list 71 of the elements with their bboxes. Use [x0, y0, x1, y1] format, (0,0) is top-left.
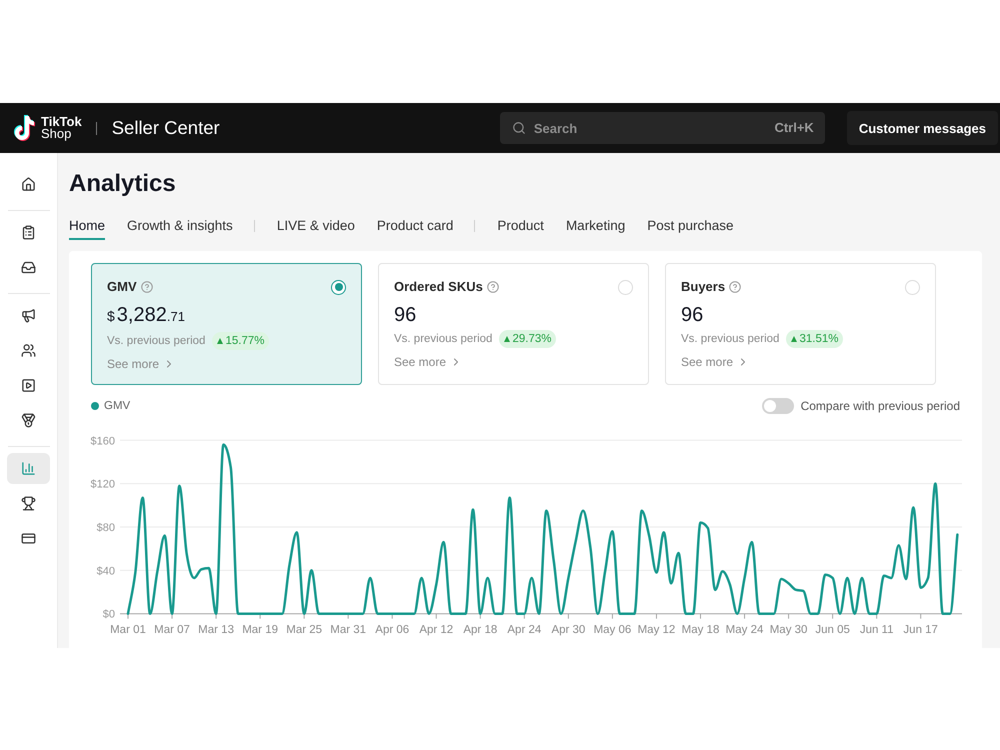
- x-axis-label: Apr 06: [375, 624, 410, 636]
- x-axis-label: Apr 18: [463, 624, 498, 636]
- y-axis-label: $0: [102, 608, 115, 621]
- help-icon: [486, 281, 499, 293]
- inbox-icon: [21, 260, 36, 275]
- tab[interactable]: Product: [497, 218, 544, 240]
- triangle-up-icon: [217, 338, 224, 344]
- x-axis-label: May 06: [594, 624, 632, 636]
- radio-button[interactable]: [331, 280, 346, 294]
- y-axis-label: $160: [90, 435, 115, 448]
- x-axis-label: May 12: [638, 624, 676, 636]
- x-axis-label: Apr 12: [419, 624, 454, 636]
- tab[interactable]: Marketing: [566, 218, 626, 240]
- trophy-icon: [21, 496, 36, 511]
- metric-label: Ordered SKUs: [394, 279, 483, 295]
- bar-chart-icon: [21, 461, 36, 476]
- x-axis-label: Mar 01: [110, 624, 146, 636]
- tab[interactable]: Post purchase: [647, 218, 734, 240]
- change-value: 31.51%: [799, 332, 838, 346]
- x-axis-label: Apr 24: [507, 624, 542, 636]
- triangle-up-icon: [504, 336, 510, 342]
- help-icon: [140, 281, 153, 293]
- shortcut-hint: Ctrl+K: [774, 121, 814, 135]
- x-axis-label: Jun 17: [903, 624, 938, 636]
- toggle-switch[interactable]: [762, 398, 794, 414]
- x-axis-label: Mar 31: [330, 624, 366, 636]
- metric-value: 96: [394, 303, 416, 327]
- help-icon: [729, 281, 742, 293]
- customer-messages-button[interactable]: Customer messages: [846, 111, 998, 145]
- clipboard-icon: [21, 225, 36, 240]
- metric-label: GMV: [107, 279, 137, 295]
- users-icon: [21, 343, 36, 358]
- y-axis-label: $40: [96, 565, 115, 578]
- house-icon: [21, 177, 36, 192]
- page-title: Analytics: [69, 170, 176, 198]
- x-axis-label: Mar 25: [286, 624, 322, 636]
- metric-label: Buyers: [681, 279, 726, 295]
- comparison-label: Vs. previous period: [394, 333, 492, 345]
- app-title: Seller Center: [112, 117, 220, 139]
- change-value: 15.77%: [225, 334, 264, 348]
- x-axis-label: Mar 07: [154, 624, 190, 636]
- x-axis-label: May 24: [726, 624, 764, 636]
- x-axis-label: May 30: [770, 624, 808, 636]
- y-axis-label: $120: [90, 478, 115, 491]
- tab[interactable]: Home: [69, 218, 106, 240]
- play-square-icon: [21, 378, 36, 393]
- change-value: 29.73%: [512, 332, 552, 346]
- metric-card[interactable]: GMV $3,282.71 Vs. previous period 15.77% See more: [91, 263, 362, 385]
- triangle-up-icon: [791, 336, 798, 342]
- megaphone-icon: [21, 308, 36, 323]
- note-logo-icon: [14, 115, 36, 141]
- x-axis-label: Mar 19: [242, 624, 278, 636]
- medal-icon: [21, 413, 36, 428]
- comparison-label: Vs. previous period: [107, 335, 206, 347]
- toggle-label: Compare with previous period: [800, 399, 960, 413]
- metric-value: $3,282.71: [107, 303, 185, 328]
- x-axis-label: Apr 30: [551, 624, 586, 636]
- x-axis-label: Mar 13: [198, 624, 234, 636]
- logo-wordmark: TikTok Shop: [41, 116, 82, 140]
- tab[interactable]: LIVE & video: [276, 218, 355, 240]
- x-axis-label: May 18: [682, 624, 720, 636]
- y-axis-label: $80: [96, 522, 115, 534]
- comparison-label: Vs. previous period: [681, 333, 780, 345]
- card-icon: [21, 531, 36, 546]
- tab[interactable]: Product card: [376, 218, 454, 240]
- x-axis-label: Jun 05: [815, 624, 850, 636]
- legend-label: GMV: [104, 400, 130, 412]
- x-axis-label: Jun 11: [860, 624, 894, 636]
- tab[interactable]: Growth & insights: [127, 218, 233, 240]
- search-icon: [512, 121, 526, 135]
- metric-value: 96: [681, 303, 704, 327]
